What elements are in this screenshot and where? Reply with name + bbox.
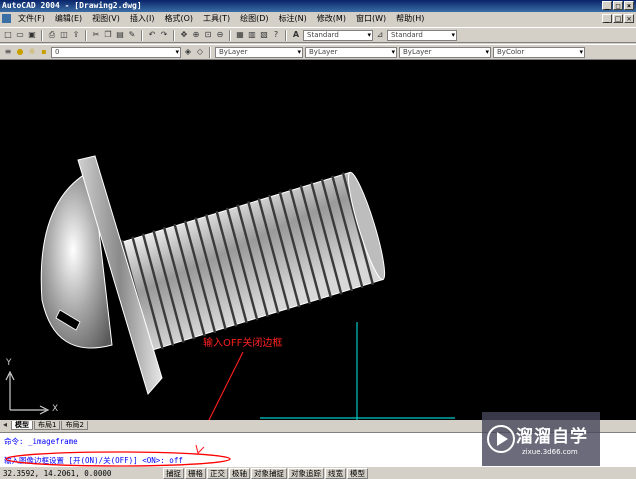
document-icon[interactable] bbox=[2, 14, 11, 23]
menu-edit[interactable]: 编辑(E) bbox=[50, 13, 87, 24]
menu-format[interactable]: 格式(O) bbox=[159, 13, 198, 24]
menu-insert[interactable]: 插入(I) bbox=[125, 13, 160, 24]
title-bar: AutoCAD 2004 - [Drawing2.dwg] _ □ × bbox=[0, 0, 636, 12]
maximize-button[interactable]: □ bbox=[613, 1, 623, 10]
doc-close-button[interactable]: × bbox=[624, 14, 634, 23]
make-current-icon[interactable]: ◈ bbox=[183, 47, 193, 57]
grid-toggle[interactable]: 栅格 bbox=[185, 467, 206, 479]
zoom-realtime-icon[interactable]: ⊕ bbox=[191, 30, 201, 40]
watermark-title: 溜溜自学 bbox=[516, 427, 588, 447]
menu-help[interactable]: 帮助(H) bbox=[391, 13, 429, 24]
close-button[interactable]: × bbox=[624, 1, 634, 10]
redo-icon[interactable]: ↷ bbox=[159, 30, 169, 40]
polar-toggle[interactable]: 极轴 bbox=[229, 467, 250, 479]
zoom-window-icon[interactable]: ⊡ bbox=[203, 30, 213, 40]
watermark-logo: 溜溜自学 zixue.3d66.com bbox=[482, 412, 600, 466]
watermark-url: zixue.3d66.com bbox=[522, 448, 578, 456]
layer-freeze-icon: ☼ bbox=[28, 47, 36, 56]
menu-draw[interactable]: 绘图(D) bbox=[235, 13, 273, 24]
snap-toggle[interactable]: 捕捉 bbox=[163, 467, 184, 479]
paste-icon[interactable]: ▤ bbox=[115, 30, 125, 40]
coordinate-readout: 32.3592, 14.2061, 0.0000 bbox=[3, 468, 112, 478]
menu-file[interactable]: 文件(F) bbox=[13, 13, 50, 24]
dim-style-select[interactable]: Standard bbox=[387, 29, 457, 41]
undo-icon[interactable]: ↶ bbox=[147, 30, 157, 40]
preview-icon[interactable]: ◫ bbox=[59, 30, 69, 40]
screw-shaft bbox=[110, 171, 386, 354]
layer-previous-icon[interactable]: ◇ bbox=[195, 47, 205, 57]
osnap-toggle[interactable]: 对象捕捉 bbox=[251, 467, 287, 479]
text-style-icon: A bbox=[292, 30, 300, 39]
drawing-canvas[interactable]: 输入OFF关闭边框 X Y bbox=[0, 60, 636, 420]
doc-restore-button[interactable]: □ bbox=[613, 14, 623, 23]
ortho-toggle[interactable]: 正交 bbox=[207, 467, 228, 479]
properties-icon[interactable]: ▦ bbox=[235, 30, 245, 40]
design-center-icon[interactable]: ▥ bbox=[247, 30, 257, 40]
otrack-toggle[interactable]: 对象追踪 bbox=[288, 467, 324, 479]
tab-layout1[interactable]: 布局1 bbox=[34, 420, 61, 430]
color-select[interactable]: ByLayer bbox=[215, 46, 303, 58]
play-logo-icon bbox=[487, 425, 515, 453]
tab-scroll-icon[interactable]: ◂ bbox=[0, 420, 10, 430]
plotstyle-select[interactable]: ByColor bbox=[493, 46, 585, 58]
match-properties-icon[interactable]: ✎ bbox=[127, 30, 137, 40]
menu-window[interactable]: 窗口(W) bbox=[351, 13, 391, 24]
save-icon[interactable]: ▣ bbox=[27, 30, 37, 40]
lineweight-select[interactable]: ByLayer bbox=[399, 46, 491, 58]
tab-model[interactable]: 模型 bbox=[11, 420, 33, 430]
layer-select[interactable]: 0 bbox=[51, 46, 181, 58]
new-icon[interactable]: □ bbox=[3, 30, 13, 40]
layer-on-icon: ● bbox=[16, 47, 24, 56]
menu-view[interactable]: 视图(V) bbox=[87, 13, 125, 24]
standard-toolbar: □ ▭ ▣ ⎙ ◫ ⇪ ✂ ❐ ▤ ✎ ↶ ↷ ✥ ⊕ ⊡ ⊖ ▦ ▥ ▧ ? … bbox=[0, 27, 636, 43]
status-bar: 32.3592, 14.2061, 0.0000 捕捉 栅格 正交 极轴 对象捕… bbox=[0, 467, 636, 479]
cut-icon[interactable]: ✂ bbox=[91, 30, 101, 40]
pan-icon[interactable]: ✥ bbox=[179, 30, 189, 40]
lineweight-toggle[interactable]: 线宽 bbox=[325, 467, 346, 479]
layer-manager-icon[interactable]: ≡ bbox=[3, 47, 13, 57]
menu-bar: 文件(F) 编辑(E) 视图(V) 插入(I) 格式(O) 工具(T) 绘图(D… bbox=[0, 12, 636, 25]
ucs-y-label: Y bbox=[6, 358, 12, 368]
menu-dimension[interactable]: 标注(N) bbox=[274, 13, 312, 24]
ucs-x-label: X bbox=[52, 404, 59, 414]
zoom-previous-icon[interactable]: ⊖ bbox=[215, 30, 225, 40]
copy-icon[interactable]: ❐ bbox=[103, 30, 113, 40]
ucs-icon bbox=[5, 370, 50, 415]
window-title: AutoCAD 2004 - [Drawing2.dwg] bbox=[2, 1, 142, 10]
linetype-select[interactable]: ByLayer bbox=[305, 46, 397, 58]
annotation-text: 输入OFF关闭边框 bbox=[203, 338, 283, 349]
doc-minimize-button[interactable]: _ bbox=[602, 14, 612, 23]
minimize-button[interactable]: _ bbox=[602, 1, 612, 10]
help-icon[interactable]: ? bbox=[271, 30, 281, 40]
menu-tools[interactable]: 工具(T) bbox=[198, 13, 235, 24]
open-icon[interactable]: ▭ bbox=[15, 30, 25, 40]
tool-palette-icon[interactable]: ▧ bbox=[259, 30, 269, 40]
screw-drawing bbox=[5, 155, 455, 420]
publish-icon[interactable]: ⇪ bbox=[71, 30, 81, 40]
tab-layout2[interactable]: 布局2 bbox=[61, 420, 88, 430]
layer-lock-icon: ▪ bbox=[41, 47, 47, 56]
dim-style-icon: ⊿ bbox=[376, 30, 384, 39]
properties-toolbar: ≡ ● ☼ ▪ 0 ◈ ◇ ByLayer ByLayer ByLayer By… bbox=[0, 44, 636, 60]
print-icon[interactable]: ⎙ bbox=[47, 30, 57, 40]
text-style-select[interactable]: Standard bbox=[303, 29, 373, 41]
annotation-arrow bbox=[208, 351, 244, 420]
model-toggle[interactable]: 模型 bbox=[347, 467, 368, 479]
menu-modify[interactable]: 修改(M) bbox=[312, 13, 351, 24]
